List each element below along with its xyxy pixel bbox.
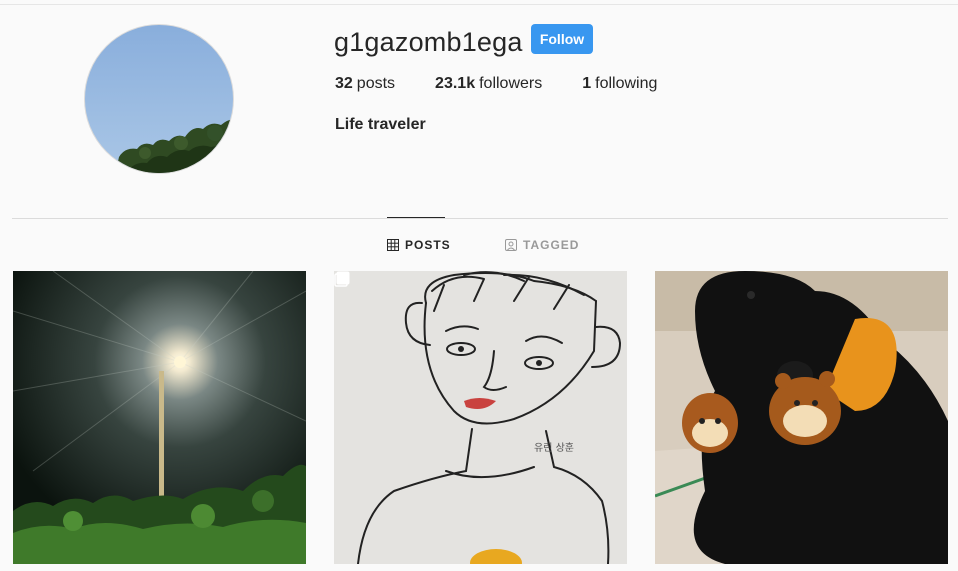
tab-tagged[interactable]: TAGGED (505, 238, 579, 252)
post-image-drawing: 유린 상훈 (334, 271, 627, 564)
post-image-streetlight (13, 271, 306, 564)
followers-count: 23.1k (435, 75, 476, 92)
followers-stat[interactable]: 23.1k followers (435, 75, 542, 93)
post-thumbnail-3[interactable] (655, 271, 948, 564)
tab-tagged-label: TAGGED (523, 238, 580, 252)
multiple-photos-icon (334, 271, 350, 287)
profile-stats: 32 posts 23.1k followers 1 following (335, 75, 697, 93)
grid-icon (387, 239, 399, 251)
profile-avatar[interactable] (84, 24, 234, 174)
follow-button[interactable]: Follow (531, 24, 593, 54)
svg-text:유린 상훈: 유린 상훈 (534, 441, 574, 454)
tab-posts-label: POSTS (405, 238, 451, 252)
followers-label: followers (479, 75, 543, 92)
following-label: following (595, 75, 658, 92)
profile-username: g1gazomb1ega (334, 27, 523, 57)
avatar-image (115, 119, 233, 173)
post-thumbnail-2[interactable]: 유린 상훈 (334, 271, 627, 564)
following-count: 1 (582, 75, 592, 92)
tab-posts[interactable]: POSTS (387, 238, 451, 252)
profile-bio: Life traveler (335, 116, 426, 133)
tagged-icon (505, 239, 517, 251)
post-thumbnail-1[interactable] (13, 271, 306, 564)
post-image-dog (655, 271, 948, 564)
active-tab-indicator (387, 217, 445, 218)
following-stat[interactable]: 1 following (582, 75, 657, 93)
posts-label: posts (356, 75, 396, 92)
posts-stat: 32 posts (335, 75, 395, 93)
top-border (0, 4, 958, 5)
posts-count: 32 (335, 75, 353, 92)
tabs-divider (12, 218, 948, 219)
